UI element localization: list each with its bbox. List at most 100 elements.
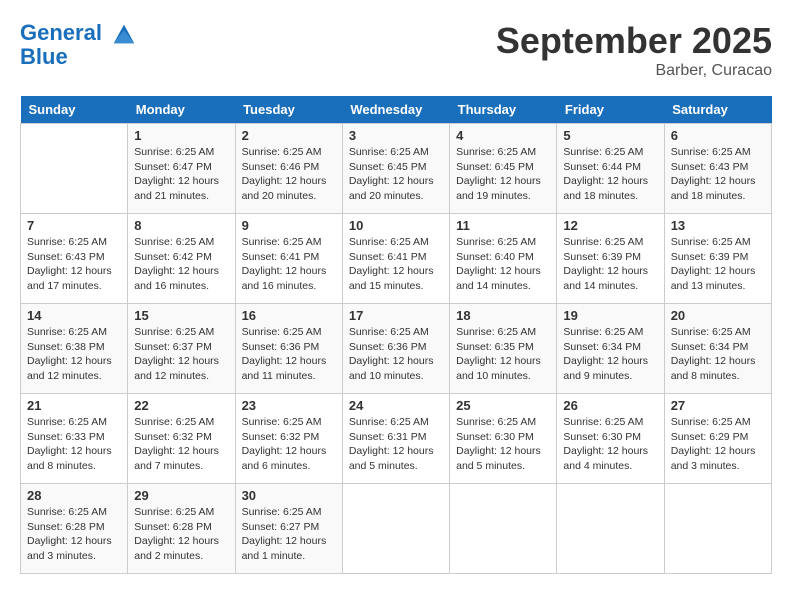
day-number: 4 xyxy=(456,128,550,143)
day-info: Sunrise: 6:25 AM Sunset: 6:36 PM Dayligh… xyxy=(349,325,443,384)
day-number: 14 xyxy=(27,308,121,323)
day-info: Sunrise: 6:25 AM Sunset: 6:34 PM Dayligh… xyxy=(563,325,657,384)
calendar-cell: 19 Sunrise: 6:25 AM Sunset: 6:34 PM Dayli… xyxy=(557,304,664,394)
day-info: Sunrise: 6:25 AM Sunset: 6:33 PM Dayligh… xyxy=(27,415,121,474)
calendar-cell: 1 Sunrise: 6:25 AM Sunset: 6:47 PM Daylig… xyxy=(128,124,235,214)
day-number: 3 xyxy=(349,128,443,143)
calendar-table: SundayMondayTuesdayWednesdayThursdayFrid… xyxy=(20,96,772,574)
calendar-cell: 6 Sunrise: 6:25 AM Sunset: 6:43 PM Daylig… xyxy=(664,124,771,214)
calendar-cell: 4 Sunrise: 6:25 AM Sunset: 6:45 PM Daylig… xyxy=(450,124,557,214)
day-number: 6 xyxy=(671,128,765,143)
day-info: Sunrise: 6:25 AM Sunset: 6:43 PM Dayligh… xyxy=(671,145,765,204)
weekday-header-row: SundayMondayTuesdayWednesdayThursdayFrid… xyxy=(21,96,772,124)
day-number: 5 xyxy=(563,128,657,143)
day-info: Sunrise: 6:25 AM Sunset: 6:46 PM Dayligh… xyxy=(242,145,336,204)
day-number: 23 xyxy=(242,398,336,413)
day-info: Sunrise: 6:25 AM Sunset: 6:37 PM Dayligh… xyxy=(134,325,228,384)
day-number: 21 xyxy=(27,398,121,413)
calendar-cell: 9Sunrise: 6:25 AM Sunset: 6:41 PM Daylig… xyxy=(235,214,342,304)
weekday-header-friday: Friday xyxy=(557,96,664,124)
day-number: 10 xyxy=(349,218,443,233)
week-row-1: 1 Sunrise: 6:25 AM Sunset: 6:47 PM Daylig… xyxy=(21,124,772,214)
week-row-2: 7 Sunrise: 6:25 AM Sunset: 6:43 PM Daylig… xyxy=(21,214,772,304)
calendar-cell: 12 Sunrise: 6:25 AM Sunset: 6:39 PM Dayli… xyxy=(557,214,664,304)
logo-icon xyxy=(110,20,138,48)
day-info: Sunrise: 6:25 AM Sunset: 6:45 PM Dayligh… xyxy=(456,145,550,204)
day-number: 1 xyxy=(134,128,228,143)
calendar-cell xyxy=(450,484,557,574)
week-row-5: 28 Sunrise: 6:25 AM Sunset: 6:28 PM Dayli… xyxy=(21,484,772,574)
calendar-cell: 8 Sunrise: 6:25 AM Sunset: 6:42 PM Daylig… xyxy=(128,214,235,304)
day-info: Sunrise: 6:25 AM Sunset: 6:39 PM Dayligh… xyxy=(563,235,657,294)
weekday-header-saturday: Saturday xyxy=(664,96,771,124)
calendar-cell: 13 Sunrise: 6:25 AM Sunset: 6:39 PM Dayli… xyxy=(664,214,771,304)
calendar-cell: 22 Sunrise: 6:25 AM Sunset: 6:32 PM Dayli… xyxy=(128,394,235,484)
calendar-cell: 30 Sunrise: 6:25 AM Sunset: 6:27 PM Dayli… xyxy=(235,484,342,574)
day-number: 20 xyxy=(671,308,765,323)
day-info: Sunrise: 6:25 AM Sunset: 6:30 PM Dayligh… xyxy=(456,415,550,474)
day-number: 19 xyxy=(563,308,657,323)
day-number: 25 xyxy=(456,398,550,413)
calendar-cell: 15 Sunrise: 6:25 AM Sunset: 6:37 PM Dayli… xyxy=(128,304,235,394)
calendar-cell: 16 Sunrise: 6:25 AM Sunset: 6:36 PM Dayli… xyxy=(235,304,342,394)
day-number: 22 xyxy=(134,398,228,413)
day-number: 26 xyxy=(563,398,657,413)
day-number: 15 xyxy=(134,308,228,323)
logo: General Blue xyxy=(20,20,138,70)
day-info: Sunrise: 6:25 AM Sunset: 6:45 PM Dayligh… xyxy=(349,145,443,204)
day-number: 16 xyxy=(242,308,336,323)
day-number: 29 xyxy=(134,488,228,503)
calendar-cell xyxy=(342,484,449,574)
day-info: Sunrise: 6:25 AM Sunset: 6:40 PM Dayligh… xyxy=(456,235,550,294)
day-info: Sunrise: 6:25 AM Sunset: 6:38 PM Dayligh… xyxy=(27,325,121,384)
day-info: Sunrise: 6:25 AM Sunset: 6:35 PM Dayligh… xyxy=(456,325,550,384)
day-info: Sunrise: 6:25 AM Sunset: 6:36 PM Dayligh… xyxy=(242,325,336,384)
weekday-header-thursday: Thursday xyxy=(450,96,557,124)
day-number: 18 xyxy=(456,308,550,323)
day-info: Sunrise: 6:25 AM Sunset: 6:39 PM Dayligh… xyxy=(671,235,765,294)
calendar-cell: 23 Sunrise: 6:25 AM Sunset: 6:32 PM Dayli… xyxy=(235,394,342,484)
calendar-cell: 18 Sunrise: 6:25 AM Sunset: 6:35 PM Dayli… xyxy=(450,304,557,394)
day-number: 28 xyxy=(27,488,121,503)
day-info: Sunrise: 6:25 AM Sunset: 6:44 PM Dayligh… xyxy=(563,145,657,204)
calendar-cell: 26 Sunrise: 6:25 AM Sunset: 6:30 PM Dayli… xyxy=(557,394,664,484)
day-info: Sunrise: 6:25 AM Sunset: 6:31 PM Dayligh… xyxy=(349,415,443,474)
calendar-cell: 3 Sunrise: 6:25 AM Sunset: 6:45 PM Daylig… xyxy=(342,124,449,214)
day-number: 8 xyxy=(134,218,228,233)
day-number: 13 xyxy=(671,218,765,233)
location: Barber, Curacao xyxy=(496,62,772,80)
day-number: 12 xyxy=(563,218,657,233)
day-info: Sunrise: 6:25 AM Sunset: 6:32 PM Dayligh… xyxy=(134,415,228,474)
day-info: Sunrise: 6:25 AM Sunset: 6:42 PM Dayligh… xyxy=(134,235,228,294)
day-info: Sunrise: 6:25 AM Sunset: 6:28 PM Dayligh… xyxy=(27,505,121,564)
calendar-cell: 20 Sunrise: 6:25 AM Sunset: 6:34 PM Dayli… xyxy=(664,304,771,394)
calendar-cell: 2Sunrise: 6:25 AM Sunset: 6:46 PM Daylig… xyxy=(235,124,342,214)
day-number: 7 xyxy=(27,218,121,233)
day-info: Sunrise: 6:25 AM Sunset: 6:34 PM Dayligh… xyxy=(671,325,765,384)
calendar-cell: 21 Sunrise: 6:25 AM Sunset: 6:33 PM Dayli… xyxy=(21,394,128,484)
day-info: Sunrise: 6:25 AM Sunset: 6:28 PM Dayligh… xyxy=(134,505,228,564)
month-title: September 2025 xyxy=(496,20,772,62)
day-info: Sunrise: 6:25 AM Sunset: 6:32 PM Dayligh… xyxy=(242,415,336,474)
day-info: Sunrise: 6:25 AM Sunset: 6:27 PM Dayligh… xyxy=(242,505,336,564)
weekday-header-monday: Monday xyxy=(128,96,235,124)
page-header: General Blue September 2025 Barber, Cura… xyxy=(20,20,772,80)
calendar-cell: 24Sunrise: 6:25 AM Sunset: 6:31 PM Dayli… xyxy=(342,394,449,484)
day-number: 27 xyxy=(671,398,765,413)
day-number: 30 xyxy=(242,488,336,503)
week-row-4: 21 Sunrise: 6:25 AM Sunset: 6:33 PM Dayli… xyxy=(21,394,772,484)
calendar-cell: 11 Sunrise: 6:25 AM Sunset: 6:40 PM Dayli… xyxy=(450,214,557,304)
day-info: Sunrise: 6:25 AM Sunset: 6:30 PM Dayligh… xyxy=(563,415,657,474)
weekday-header-wednesday: Wednesday xyxy=(342,96,449,124)
calendar-cell xyxy=(557,484,664,574)
weekday-header-tuesday: Tuesday xyxy=(235,96,342,124)
day-info: Sunrise: 6:25 AM Sunset: 6:47 PM Dayligh… xyxy=(134,145,228,204)
title-block: September 2025 Barber, Curacao xyxy=(496,20,772,80)
day-number: 11 xyxy=(456,218,550,233)
week-row-3: 14 Sunrise: 6:25 AM Sunset: 6:38 PM Dayli… xyxy=(21,304,772,394)
calendar-cell: 25 Sunrise: 6:25 AM Sunset: 6:30 PM Dayli… xyxy=(450,394,557,484)
day-info: Sunrise: 6:25 AM Sunset: 6:41 PM Dayligh… xyxy=(242,235,336,294)
weekday-header-sunday: Sunday xyxy=(21,96,128,124)
day-info: Sunrise: 6:25 AM Sunset: 6:43 PM Dayligh… xyxy=(27,235,121,294)
calendar-cell xyxy=(21,124,128,214)
